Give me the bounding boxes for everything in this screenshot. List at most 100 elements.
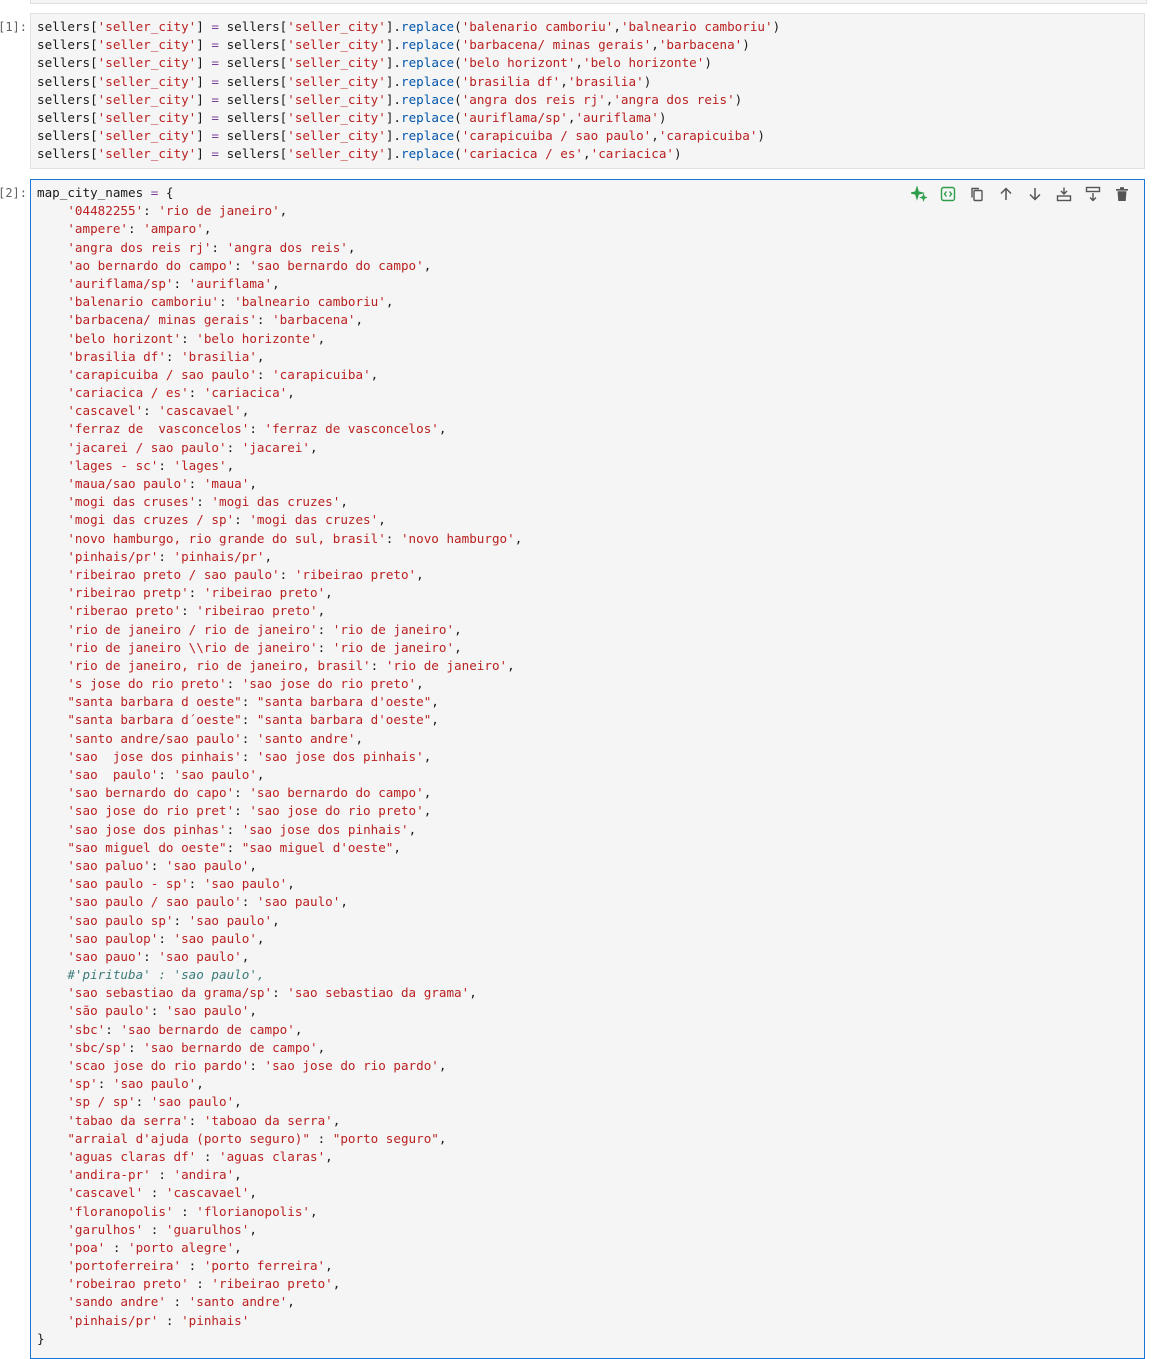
code-token-var: sellers[ bbox=[219, 37, 288, 53]
code-token-var: ]. bbox=[385, 146, 402, 162]
code-token-var: : bbox=[249, 421, 265, 437]
code-token-var: ] bbox=[196, 91, 212, 107]
code-line: "santa barbara d oeste": "santa barbara … bbox=[37, 693, 1144, 711]
split-cell-icon[interactable] bbox=[1078, 184, 1107, 204]
code-token-var: ) bbox=[658, 109, 667, 125]
code-line: 'sbc/sp': 'sao bernardo de campo', bbox=[37, 1039, 1144, 1057]
code-line: 'ribeirao pretp': 'ribeirao preto', bbox=[37, 584, 1144, 602]
code-token-var: : bbox=[188, 385, 204, 401]
code-token-var: : bbox=[158, 457, 174, 473]
code-line: 'mogi das cruzes / sp': 'mogi das cruzes… bbox=[37, 511, 1144, 529]
code-token-str: 'auriflama/sp' bbox=[461, 109, 568, 125]
code-line: 'ferraz de vasconcelos': 'ferraz de vasc… bbox=[37, 420, 1144, 438]
code-token-var: sellers[ bbox=[37, 146, 98, 162]
code-token-var bbox=[37, 785, 67, 800]
code-token-var bbox=[37, 1149, 67, 1164]
code-token-var: : bbox=[150, 1003, 166, 1019]
code-token-var bbox=[37, 312, 67, 327]
ai-assist-icon[interactable] bbox=[904, 184, 933, 204]
code-token-var bbox=[37, 1058, 67, 1073]
code-editor[interactable]: map_city_names = { '04482255': 'rio de j… bbox=[37, 184, 1144, 1348]
code-token-var: ]. bbox=[385, 37, 402, 53]
code-token-var: : bbox=[173, 275, 189, 291]
code-token-var: : bbox=[241, 730, 257, 746]
code-token-str: 'amparo' bbox=[143, 221, 204, 237]
insert-below-icon[interactable] bbox=[1049, 184, 1078, 204]
code-token-str: 'sbc' bbox=[67, 1021, 106, 1037]
code-token-var: , bbox=[279, 203, 288, 219]
code-token-str: 'sao paulo' bbox=[67, 767, 159, 782]
code-cell-2[interactable]: map_city_names = { '04482255': 'rio de j… bbox=[30, 179, 1145, 1359]
code-token-var: : bbox=[241, 712, 257, 728]
code-token-str: 'angra dos reis' bbox=[226, 239, 348, 255]
code-token-var: : bbox=[241, 748, 257, 764]
code-token-str: 'sao paulo' bbox=[256, 894, 341, 910]
code-token-var bbox=[37, 858, 67, 873]
code-token-op: = bbox=[211, 19, 220, 34]
code-token-str: 'porto ferreira' bbox=[203, 1258, 326, 1274]
code-token-str: 'seller_city' bbox=[287, 37, 386, 53]
code-editor[interactable]: sellers['seller_city'] = sellers['seller… bbox=[37, 18, 1144, 164]
move-down-icon[interactable] bbox=[1020, 184, 1049, 204]
code-token-var: , bbox=[438, 421, 447, 437]
code-token-var: , bbox=[325, 1258, 333, 1274]
code-token-op: = bbox=[211, 37, 220, 53]
code-token-str: 'lages' bbox=[173, 457, 227, 473]
duplicate-icon[interactable] bbox=[962, 184, 991, 204]
code-line: 's jose do rio preto': 'sao jose do rio … bbox=[37, 675, 1144, 693]
code-token-str: 'sao paluo' bbox=[67, 857, 151, 873]
code-token-var: : bbox=[181, 330, 197, 346]
code-token-str: 'cascavael' bbox=[165, 1185, 250, 1201]
code-token-var: ] bbox=[196, 109, 212, 125]
code-token-var: ]. bbox=[385, 128, 402, 144]
code-line: sellers['seller_city'] = sellers['seller… bbox=[37, 36, 1144, 54]
code-token-var bbox=[37, 440, 67, 455]
delete-icon[interactable] bbox=[1107, 184, 1136, 204]
code-token-str: "santa barbara d'oeste" bbox=[256, 712, 432, 728]
code-token-var: , bbox=[408, 821, 417, 837]
code-token-var: ( bbox=[454, 109, 462, 125]
code-token-str: 'sao pauo' bbox=[67, 948, 144, 964]
code-token-var: sellers[ bbox=[37, 73, 98, 89]
code-token-var: : bbox=[272, 985, 288, 1001]
cell-1-prompt: [1]: bbox=[0, 20, 27, 34]
code-token-var: : bbox=[256, 312, 273, 328]
code-cell-1[interactable]: sellers['seller_city'] = sellers['seller… bbox=[30, 13, 1145, 169]
code-token-str: 'seller_city' bbox=[97, 91, 197, 107]
code-token-var: ) bbox=[734, 91, 743, 107]
code-token-str: 'sao bernardo do capo' bbox=[67, 785, 235, 801]
code-token-var: : bbox=[226, 839, 242, 855]
code-token-var: sellers[ bbox=[219, 146, 288, 162]
code-token-var: : bbox=[135, 1094, 151, 1110]
code-token-str: 'pinhais/pr' bbox=[67, 548, 159, 564]
code-token-var bbox=[37, 276, 67, 291]
code-token-str: "porto seguro" bbox=[332, 1130, 439, 1146]
code-token-var: sellers[ bbox=[219, 19, 288, 34]
code-token-var: ) bbox=[643, 73, 652, 89]
code-token-var: , bbox=[423, 748, 432, 764]
code-token-var: : bbox=[150, 1167, 174, 1183]
cell-toolbar bbox=[904, 184, 1136, 204]
format-code-icon[interactable] bbox=[933, 184, 962, 204]
code-token-str: 'rio de janeiro' bbox=[158, 203, 280, 219]
code-line: sellers['seller_city'] = sellers['seller… bbox=[37, 91, 1144, 109]
code-token-str: 'barbacena' bbox=[658, 37, 743, 53]
move-up-icon[interactable] bbox=[991, 184, 1020, 204]
code-token-var bbox=[37, 985, 67, 1000]
code-line: sellers['seller_city'] = sellers['seller… bbox=[37, 127, 1144, 145]
code-token-str: 'sao bernardo de campo' bbox=[143, 1039, 318, 1055]
code-token-str: 'balenario camboriu' bbox=[461, 19, 614, 34]
code-token-var bbox=[37, 1094, 67, 1109]
code-token-var: ] bbox=[196, 55, 212, 71]
code-line: 'robeirao preto' : 'ribeirao preto', bbox=[37, 1275, 1144, 1293]
code-token-str: 'auriflama/sp' bbox=[67, 275, 174, 291]
code-token-str: 'sao paulo' bbox=[165, 857, 250, 873]
code-token-var: ) bbox=[772, 19, 781, 34]
code-token-str: 'seller_city' bbox=[97, 19, 197, 34]
code-token-var: : bbox=[385, 530, 401, 546]
code-line: 'scao jose do rio pardo': 'sao jose do r… bbox=[37, 1057, 1144, 1075]
code-token-var bbox=[37, 512, 67, 527]
code-token-var bbox=[37, 258, 67, 273]
code-token-var: sellers[ bbox=[37, 37, 98, 53]
code-token-str: 'ferraz de vasconcelos' bbox=[264, 421, 439, 437]
